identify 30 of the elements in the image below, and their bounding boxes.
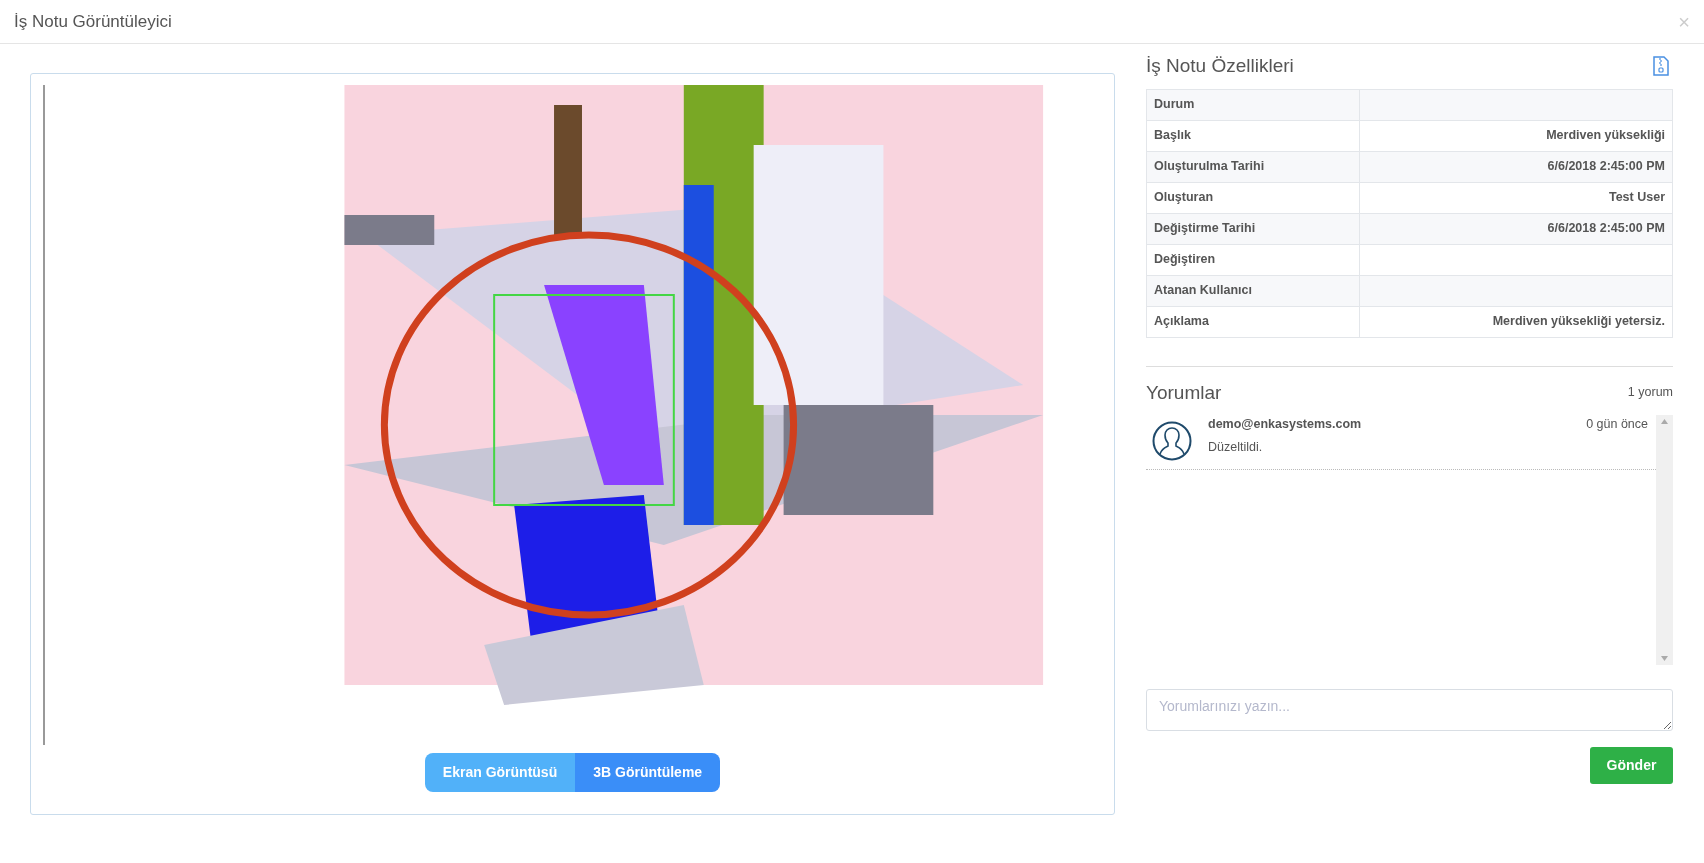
avatar-icon bbox=[1152, 421, 1192, 461]
view-tab[interactable]: Ekran Görüntüsü bbox=[424, 753, 576, 792]
property-label: Başlık bbox=[1146, 120, 1360, 151]
property-value: Merdiven yüksekliği bbox=[1359, 120, 1673, 151]
comment-time: 0 gün önce bbox=[1586, 416, 1648, 433]
property-value: 6/6/2018 2:45:00 PM bbox=[1359, 151, 1673, 182]
comment-input[interactable]: Yorumlarınızı yazın... bbox=[1146, 689, 1673, 731]
scroll-down-icon[interactable] bbox=[1661, 656, 1668, 661]
property-label: Oluşturulma Tarihi bbox=[1146, 151, 1360, 182]
property-label: Durum bbox=[1146, 89, 1360, 120]
property-label: Oluşturan bbox=[1146, 182, 1360, 213]
comment-author: demo@enkasystems.com bbox=[1208, 416, 1363, 433]
property-label: Değiştiren bbox=[1146, 244, 1360, 275]
window-title: İş Notu Görüntüleyici bbox=[14, 10, 172, 33]
property-label: Değiştirme Tarihi bbox=[1146, 213, 1360, 244]
comment-text: Düzeltildi. bbox=[1208, 438, 1264, 456]
scroll-up-icon[interactable] bbox=[1661, 419, 1668, 424]
property-value: 6/6/2018 2:45:00 PM bbox=[1359, 213, 1673, 244]
property-label: Atanan Kullanıcı bbox=[1146, 275, 1360, 306]
section-title: İş Notu Özellikleri bbox=[1146, 54, 1294, 78]
send-button[interactable]: Gönder bbox=[1590, 747, 1673, 784]
property-label: Açıklama bbox=[1146, 306, 1360, 337]
scrollbar[interactable] bbox=[1656, 415, 1673, 665]
property-value: Merdiven yüksekliği yetersiz. bbox=[1359, 306, 1673, 337]
comment-count: 1 yorum bbox=[1627, 384, 1673, 402]
view-tab[interactable]: 3B Görüntüleme bbox=[575, 753, 721, 792]
close-button[interactable]: × bbox=[1678, 11, 1690, 32]
property-value: Test User bbox=[1359, 182, 1673, 213]
section-title: Yorumlar bbox=[1146, 380, 1222, 405]
zip-file-icon[interactable] bbox=[1653, 56, 1669, 77]
